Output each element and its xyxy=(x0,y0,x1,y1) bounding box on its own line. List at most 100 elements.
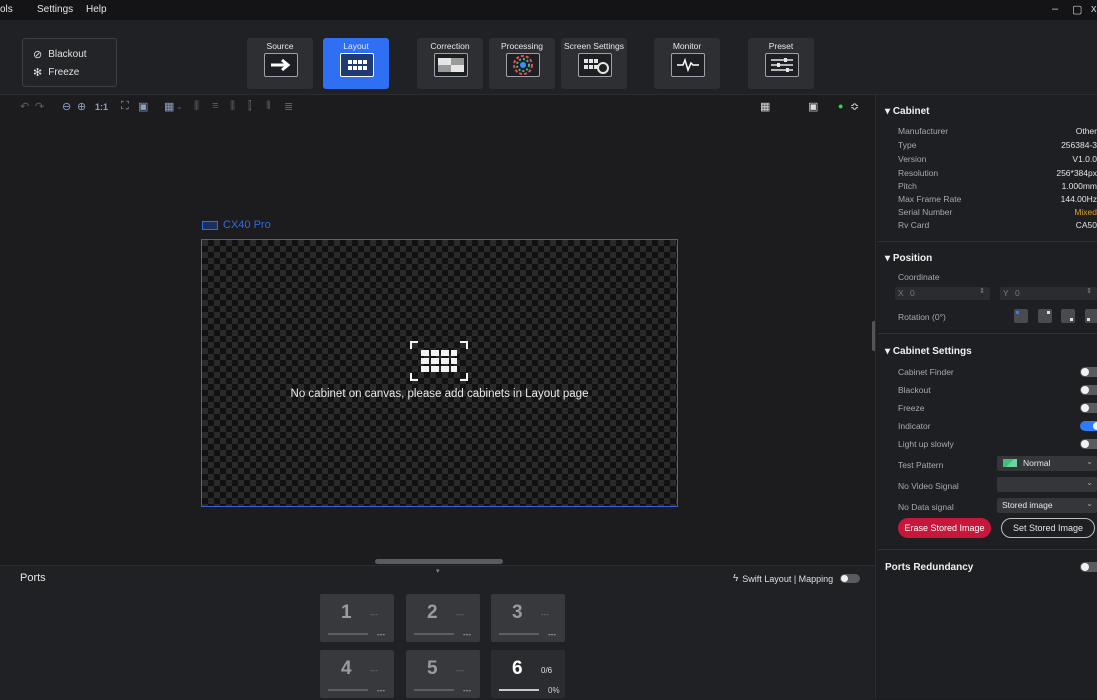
prop-value: 1.000mm xyxy=(1061,181,1097,191)
minimize-button[interactable]: – xyxy=(1052,3,1058,15)
undo-icon[interactable]: ↶ xyxy=(20,100,29,113)
no-data-select[interactable]: Stored image ⌄ xyxy=(997,498,1097,513)
ports-splitter[interactable] xyxy=(375,559,503,564)
prop-label: Resolution xyxy=(898,168,939,178)
port-percent: 0% xyxy=(548,686,560,695)
port-5[interactable]: 5 --- --- xyxy=(406,650,480,698)
port-3[interactable]: 3 --- --- xyxy=(491,594,565,642)
blackout-label: Blackout xyxy=(48,49,87,60)
fit-screen-icon[interactable]: ⛶ xyxy=(121,100,129,113)
zoom-actual-button[interactable]: 1:1 xyxy=(95,102,108,112)
toolbar-screen-settings-label: Screen Settings xyxy=(563,41,624,51)
toolbar-source-label: Source xyxy=(266,41,294,51)
toolbar-correction-button[interactable]: Correction xyxy=(417,38,483,89)
port-2[interactable]: 2 --- --- xyxy=(406,594,480,642)
port-number: 1 xyxy=(341,602,352,623)
port-percent: --- xyxy=(463,630,471,639)
distribute-v-icon: ≣ xyxy=(284,101,294,113)
prop-value: 144.00Hz xyxy=(1060,194,1097,204)
toolbar-preset-button[interactable]: Preset xyxy=(748,38,814,89)
stepper-icon[interactable]: ⇕ xyxy=(1086,287,1092,295)
stepper-icon[interactable]: ⇕ xyxy=(979,287,985,295)
cabinet-section-title: Cabinet xyxy=(892,106,930,117)
coordinate-label: Coordinate xyxy=(898,272,940,282)
no-data-label: No Data signal xyxy=(898,502,954,512)
freeze-toggle[interactable] xyxy=(1080,403,1097,413)
port-percent: --- xyxy=(463,686,471,695)
erase-stored-image-button[interactable]: Erase Stored Image xyxy=(898,518,991,538)
port-1[interactable]: 1 --- --- xyxy=(320,594,394,642)
close-button[interactable]: x xyxy=(1091,3,1097,15)
prop-label: Rv Card xyxy=(898,220,930,230)
divider xyxy=(878,333,1097,334)
chevron-down-icon[interactable]: ⌄ xyxy=(176,102,183,111)
prop-value: Other xyxy=(1075,126,1097,136)
port-percent: --- xyxy=(377,686,385,695)
rotation-label: Rotation (0°) xyxy=(898,312,946,322)
prop-value: V1.0.0 xyxy=(1072,154,1097,164)
cabinet-view-icon[interactable]: ▦ xyxy=(760,100,770,113)
freeze-quick-button[interactable]: ✻ Freeze xyxy=(33,66,79,79)
prop-label: Serial Number xyxy=(898,207,953,217)
set-stored-image-button[interactable]: Set Stored Image xyxy=(1001,518,1095,538)
y-coordinate-field[interactable]: Y 0 ⇕ xyxy=(1000,287,1097,300)
position-section-header[interactable]: ▾ Position xyxy=(885,253,932,264)
rotation-0-button[interactable] xyxy=(1014,309,1028,323)
toggle-label: Indicator xyxy=(898,421,931,431)
status-dot-icon: ● xyxy=(838,101,844,111)
port-number: 4 xyxy=(341,658,352,679)
fit-selection-icon[interactable]: ▣ xyxy=(138,100,148,113)
layers-icon[interactable]: ≎ xyxy=(850,100,859,113)
cabinet-section-header[interactable]: ▾ Cabinet xyxy=(885,106,929,117)
chevron-down-icon: ⌄ xyxy=(1086,499,1093,508)
zoom-out-icon[interactable]: ⊖ xyxy=(62,100,71,113)
toolbar-monitor-label: Monitor xyxy=(672,41,702,51)
blackout-quick-button[interactable]: ⊘ Blackout xyxy=(33,48,87,61)
zoom-in-icon[interactable]: ⊕ xyxy=(77,100,86,113)
restore-button[interactable]: ▢ xyxy=(1072,3,1082,16)
cabinet-settings-section-header[interactable]: ▾ Cabinet Settings xyxy=(885,346,972,357)
indicator-toggle[interactable] xyxy=(1080,421,1097,431)
chevron-down-icon: ⌄ xyxy=(1086,457,1093,466)
cabinet-finder-toggle[interactable] xyxy=(1080,367,1097,377)
rotation-270-button[interactable] xyxy=(1085,309,1097,323)
snowflake-icon: ✻ xyxy=(33,67,43,79)
test-pattern-select[interactable]: Normal ⌄ xyxy=(997,456,1097,471)
collapse-icon[interactable]: ▾ xyxy=(436,567,440,575)
ports-redundancy-toggle[interactable] xyxy=(1080,562,1097,572)
port-info: 0/6 xyxy=(541,666,553,675)
y-label: Y xyxy=(1003,288,1009,298)
prop-label: Version xyxy=(898,154,927,164)
menu-help[interactable]: Help xyxy=(86,4,107,15)
align-right-icon: ⫼ xyxy=(230,100,236,112)
swift-layout-toggle[interactable] xyxy=(840,574,861,583)
light-up-slowly-toggle[interactable] xyxy=(1080,439,1097,449)
blackout-toggle[interactable] xyxy=(1080,385,1097,395)
rotation-180-button[interactable] xyxy=(1061,309,1075,323)
add-cabinet-icon xyxy=(410,341,468,381)
toolbar-source-button[interactable]: Source xyxy=(247,38,313,89)
toolbar-processing-button[interactable]: Processing xyxy=(489,38,555,89)
layout-grid-icon[interactable]: ▦ xyxy=(164,100,174,113)
menu-settings[interactable]: Settings xyxy=(37,4,73,15)
grid-icon xyxy=(340,53,374,77)
lightning-icon: ϟ xyxy=(733,573,739,584)
align-center-icon: ≡ xyxy=(212,100,219,112)
rotation-90-button[interactable] xyxy=(1038,309,1052,323)
no-video-select[interactable]: ⌄ xyxy=(997,477,1097,492)
redo-icon[interactable]: ↷ xyxy=(35,100,44,113)
freeze-label: Freeze xyxy=(48,67,80,78)
x-coordinate-field[interactable]: X 0 ⇕ xyxy=(895,287,990,300)
port-4[interactable]: 4 --- --- xyxy=(320,650,394,698)
x-value: 0 xyxy=(910,288,915,298)
toolbar-screen-settings-button[interactable]: Screen Settings xyxy=(561,38,627,89)
toolbar-layout-button[interactable]: Layout xyxy=(323,38,389,89)
menu-tools[interactable]: ols xyxy=(0,4,13,15)
port-6[interactable]: 6 0/6 0% xyxy=(491,650,565,698)
window-view-icon[interactable]: ▣ xyxy=(808,100,818,113)
no-video-label: No Video Signal xyxy=(898,481,959,491)
toolbar-monitor-button[interactable]: Monitor xyxy=(654,38,720,89)
port-progress xyxy=(414,633,454,635)
test-pattern-label: Test Pattern xyxy=(898,460,944,470)
ports-title: Ports xyxy=(20,572,46,584)
